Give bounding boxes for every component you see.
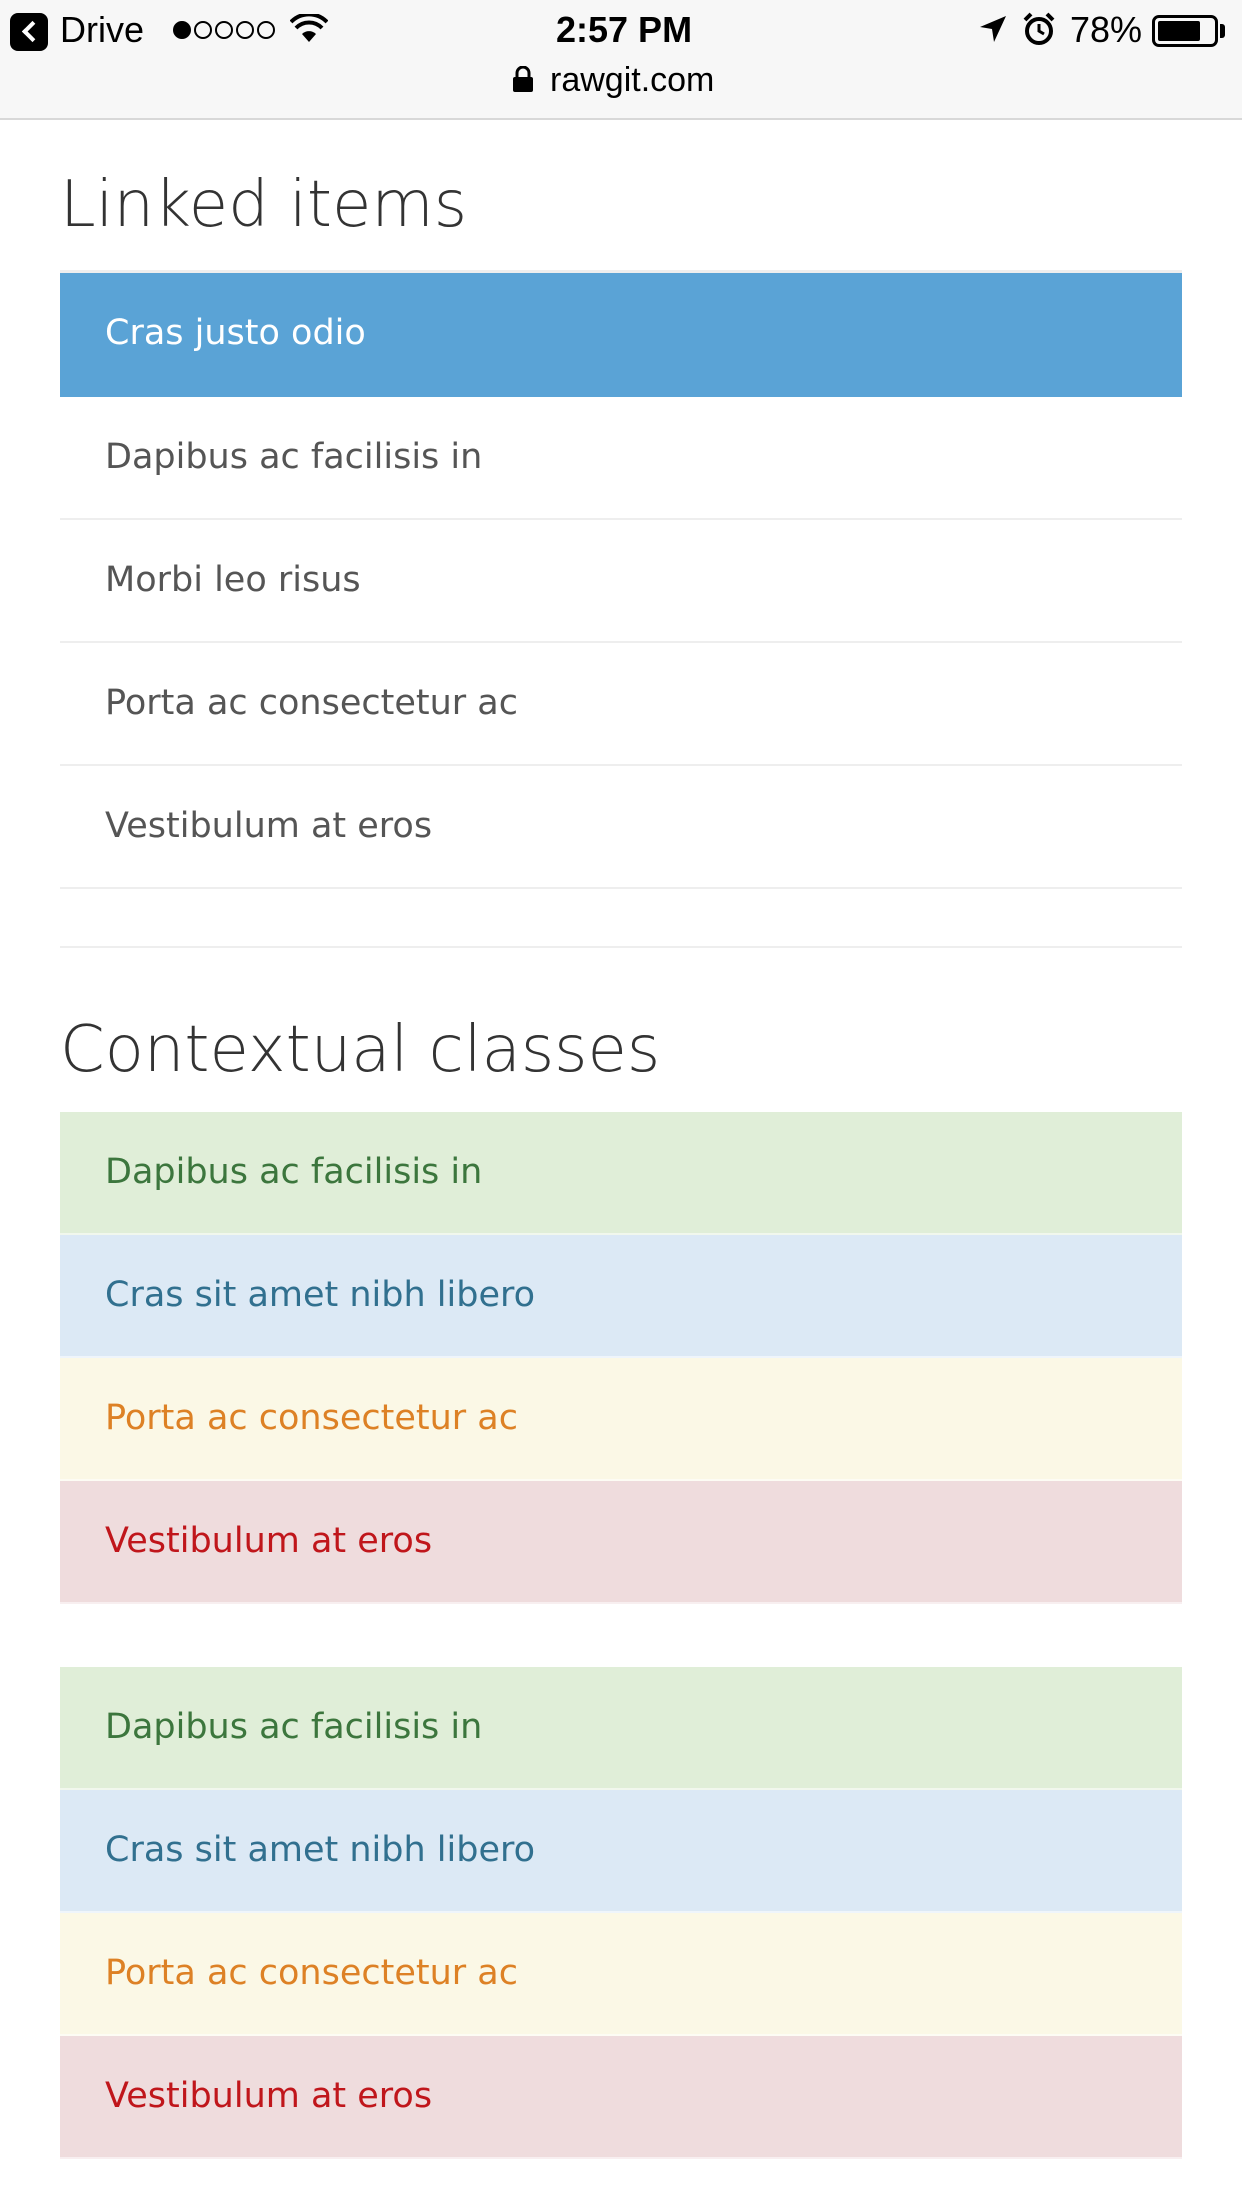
linked-items-heading: Linked items (60, 168, 468, 242)
list-item-danger-link[interactable]: Vestibulum at eros (60, 2036, 1182, 2159)
linked-list: Cras justo odio Dapibus ac facilisis in … (60, 270, 1182, 889)
lock-icon (513, 66, 533, 92)
back-app-label[interactable]: Drive (60, 6, 144, 54)
linked-item[interactable]: Porta ac consectetur ac (60, 643, 1182, 766)
list-item-danger: Vestibulum at eros (60, 1481, 1182, 1604)
list-item-success: Dapibus ac facilisis in (60, 1112, 1182, 1235)
battery-icon (1152, 15, 1218, 47)
status-bar: Drive 2:57 PM 78% rawgit.com (0, 0, 1242, 120)
back-to-app-icon[interactable] (10, 13, 48, 51)
contextual-classes-heading: Contextual classes (60, 1013, 661, 1087)
linked-item[interactable]: Dapibus ac facilisis in (60, 397, 1182, 520)
linked-item[interactable]: Morbi leo risus (60, 520, 1182, 643)
list-item-warning-link[interactable]: Porta ac consectetur ac (60, 1913, 1182, 2036)
battery-cap (1220, 24, 1225, 38)
url-field[interactable]: rawgit.com (550, 56, 714, 104)
linked-item-active[interactable]: Cras justo odio (60, 273, 1182, 397)
section-divider (60, 946, 1182, 948)
list-item-info-link[interactable]: Cras sit amet nibh libero (60, 1790, 1182, 1913)
wifi-icon (290, 14, 328, 42)
contextual-list-2: Dapibus ac facilisis in Cras sit amet ni… (60, 1667, 1182, 2159)
cellular-signal-icon (173, 21, 278, 43)
battery-percent: 78% (1070, 9, 1143, 50)
alarm-clock-icon (1023, 12, 1055, 45)
list-item-success-link[interactable]: Dapibus ac facilisis in (60, 1667, 1182, 1790)
contextual-list-1: Dapibus ac facilisis in Cras sit amet ni… (60, 1112, 1182, 1604)
location-arrow-icon (980, 16, 1006, 42)
list-item-info: Cras sit amet nibh libero (60, 1235, 1182, 1358)
status-time: 2:57 PM (556, 9, 693, 50)
list-item-warning: Porta ac consectetur ac (60, 1358, 1182, 1481)
linked-item[interactable]: Vestibulum at eros (60, 766, 1182, 889)
